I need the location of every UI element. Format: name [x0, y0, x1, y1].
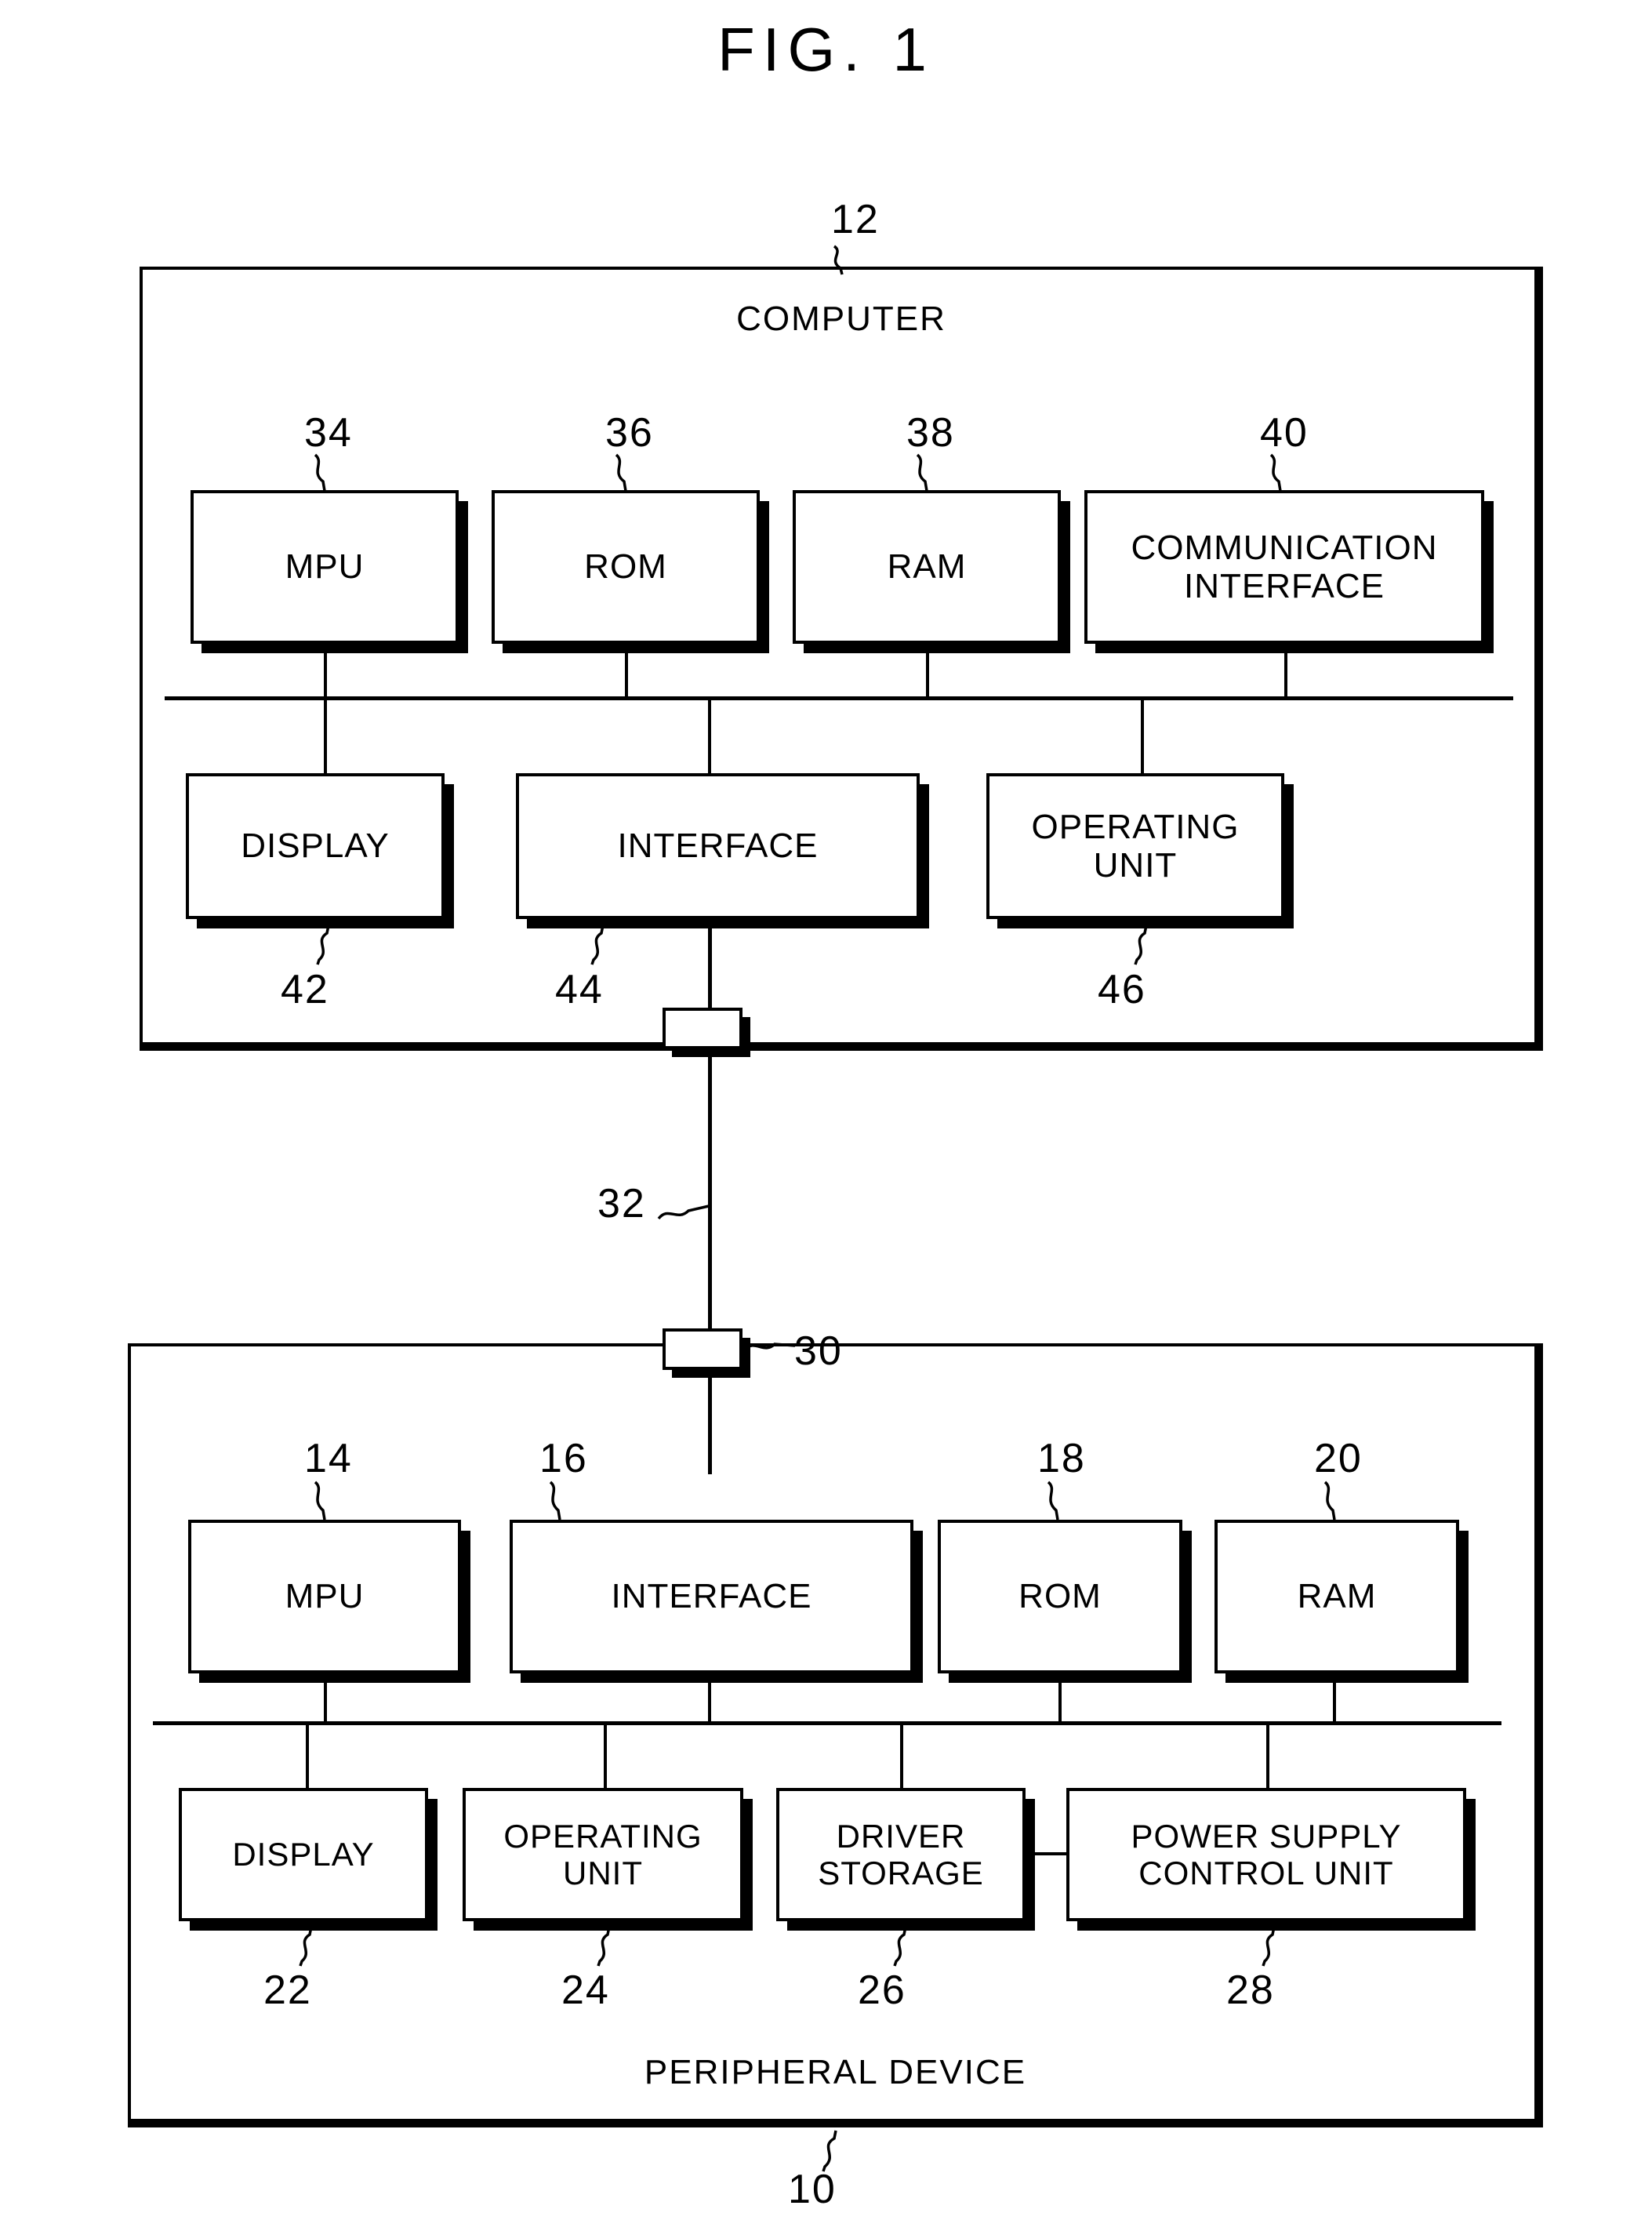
peripheral-box-rom[interactable]: ROM	[938, 1520, 1182, 1673]
peripheral-box-operating-unit[interactable]: OPERATING UNIT	[463, 1788, 743, 1921]
lead-operating-unit-peripheral	[604, 1721, 607, 1789]
lead-ram-computer	[926, 643, 929, 698]
computer-box-communication-interface-label: COMMUNICATION INTERFACE	[1131, 528, 1438, 605]
peripheral-box-rom-label: ROM	[1018, 1577, 1102, 1616]
computer-box-display[interactable]: DISPLAY	[186, 773, 445, 919]
leader-line-22	[299, 1926, 313, 1967]
lead-display-peripheral	[306, 1721, 309, 1789]
computer-box-interface[interactable]: INTERFACE	[516, 773, 920, 919]
leader-line-30	[743, 1343, 796, 1352]
ref-display-42: 42	[281, 967, 329, 1012]
ref-computer-12: 12	[831, 197, 880, 242]
lead-mpu-peripheral	[324, 1672, 327, 1724]
ref-rom-18: 18	[1037, 1436, 1086, 1481]
leader-line-36	[615, 453, 627, 492]
peripheral-box-power-supply-control-unit[interactable]: POWER SUPPLY CONTROL UNIT	[1066, 1788, 1466, 1921]
peripheral-box-ram-label: RAM	[1297, 1577, 1377, 1616]
leader-line-14	[314, 1481, 326, 1521]
computer-box-operating-unit[interactable]: OPERATING UNIT	[986, 773, 1284, 919]
leader-line-18	[1047, 1481, 1059, 1521]
leader-line-44	[590, 925, 605, 965]
computer-box-mpu[interactable]: MPU	[191, 490, 459, 644]
lead-rom-peripheral	[1058, 1672, 1062, 1724]
ref-power-supply-control-unit-28: 28	[1226, 1967, 1275, 2013]
leader-line-34	[314, 453, 326, 492]
leader-line-46	[1134, 925, 1148, 965]
computer-caption: COMPUTER	[736, 300, 946, 338]
leader-line-40	[1269, 453, 1282, 492]
leader-line-38	[916, 453, 928, 492]
lead-interface-computer	[708, 696, 711, 775]
ref-mpu-14: 14	[304, 1436, 353, 1481]
ref-driver-storage-26: 26	[858, 1967, 906, 2013]
ref-interface-44: 44	[555, 967, 604, 1012]
peripheral-box-interface[interactable]: INTERFACE	[510, 1520, 913, 1673]
peripheral-box-operating-unit-label: OPERATING UNIT	[503, 1817, 703, 1891]
computer-box-ram-label: RAM	[887, 547, 967, 587]
computer-container	[140, 267, 1543, 1051]
peripheral-bus	[153, 1721, 1501, 1725]
peripheral-box-driver-storage[interactable]: DRIVER STORAGE	[776, 1788, 1026, 1921]
leader-line-12	[833, 245, 844, 275]
peripheral-box-interface-label: INTERFACE	[611, 1577, 812, 1616]
computer-box-interface-label: INTERFACE	[617, 827, 819, 866]
computer-box-ram[interactable]: RAM	[793, 490, 1061, 644]
lead-rom-computer	[625, 643, 628, 698]
ref-ram-38: 38	[906, 410, 955, 456]
peripheral-box-power-supply-control-unit-label: POWER SUPPLY CONTROL UNIT	[1131, 1817, 1402, 1891]
lead-operating-computer	[1141, 696, 1144, 775]
ref-interface-16: 16	[539, 1436, 588, 1481]
computer-box-rom-label: ROM	[584, 547, 667, 587]
computer-port-plug[interactable]	[663, 1008, 742, 1049]
lead-display-computer	[324, 696, 327, 775]
computer-box-communication-interface[interactable]: COMMUNICATION INTERFACE	[1084, 490, 1484, 644]
lead-interface-peripheral	[708, 1672, 711, 1724]
peripheral-box-driver-storage-label: DRIVER STORAGE	[818, 1817, 984, 1891]
leader-line-26	[893, 1926, 907, 1967]
peripheral-box-display-label: DISPLAY	[232, 1836, 375, 1873]
ref-peripheral-port-30: 30	[794, 1328, 843, 1374]
ref-mpu-34: 34	[304, 410, 353, 456]
computer-box-operating-unit-label: OPERATING UNIT	[1031, 807, 1240, 885]
cable-port-to-interface	[708, 1370, 712, 1474]
leader-line-24	[597, 1926, 611, 1967]
computer-bus	[165, 696, 1513, 700]
ref-cable-32: 32	[597, 1181, 646, 1226]
peripheral-box-display[interactable]: DISPLAY	[179, 1788, 428, 1921]
peripheral-box-mpu[interactable]: MPU	[188, 1520, 461, 1673]
leader-line-20	[1323, 1481, 1336, 1521]
cable-interface-to-port	[708, 919, 712, 1021]
ref-rom-36: 36	[605, 410, 654, 456]
lead-power-supply-control	[1266, 1721, 1269, 1789]
peripheral-box-mpu-label: MPU	[285, 1577, 365, 1616]
ref-communication-interface-40: 40	[1260, 410, 1309, 456]
peripheral-port-plug[interactable]	[663, 1328, 742, 1370]
ref-display-22: 22	[263, 1967, 312, 2013]
leader-line-28	[1262, 1926, 1276, 1967]
ref-system-10: 10	[788, 2167, 837, 2212]
computer-box-mpu-label: MPU	[285, 547, 365, 587]
figure-title: FIG. 1	[717, 15, 935, 84]
leader-line-42	[316, 925, 330, 965]
lead-mpu-computer	[324, 643, 327, 698]
peripheral-box-ram[interactable]: RAM	[1214, 1520, 1459, 1673]
leader-line-16	[549, 1481, 561, 1521]
figure-page: FIG. 1 COMPUTER 12 MPU 34 ROM 36 RAM 38 …	[0, 0, 1652, 2220]
lead-driver-storage	[900, 1721, 903, 1789]
computer-box-rom[interactable]: ROM	[492, 490, 760, 644]
ref-operating-unit-46: 46	[1098, 967, 1146, 1012]
leader-line-32	[657, 1204, 710, 1220]
ref-ram-20: 20	[1314, 1436, 1363, 1481]
peripheral-caption: PERIPHERAL DEVICE	[644, 2053, 1027, 2091]
lead-ram-peripheral	[1333, 1672, 1336, 1724]
link-driver-storage-to-power-supply	[1025, 1852, 1069, 1855]
computer-box-display-label: DISPLAY	[241, 827, 390, 866]
lead-comm-interface	[1284, 643, 1287, 698]
ref-operating-unit-24: 24	[561, 1967, 610, 2013]
